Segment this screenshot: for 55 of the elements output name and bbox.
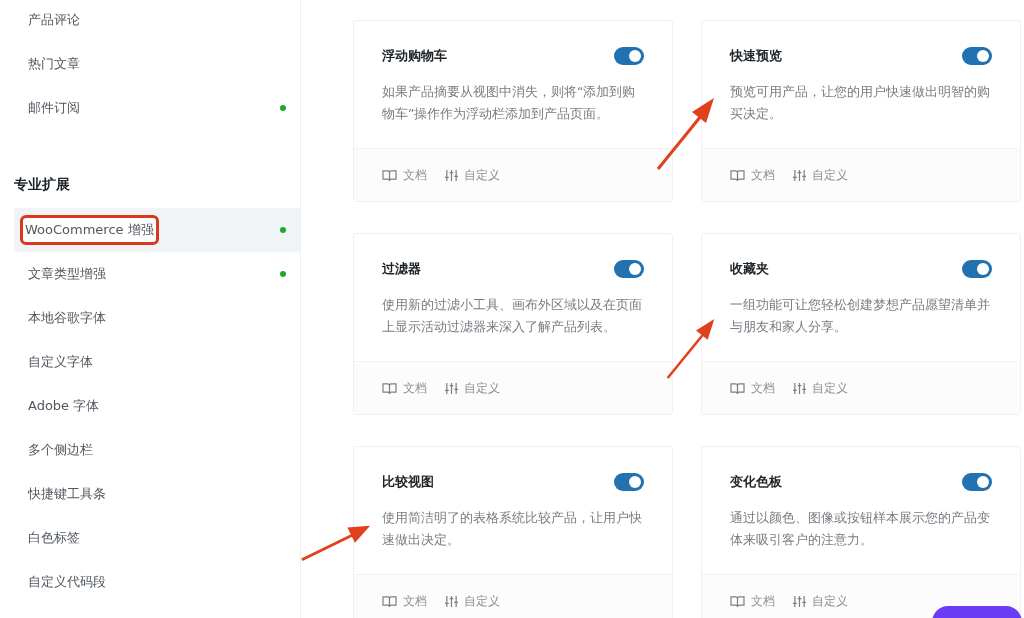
- sidebar-item-label: WooCommerce 增强: [20, 215, 159, 245]
- sidebar-item[interactable]: 多个侧边栏: [14, 428, 300, 472]
- sidebar-item-label: 文章类型增强: [28, 265, 106, 283]
- sidebar-item-label: Adobe 字体: [28, 397, 100, 415]
- sidebar-item[interactable]: 本地谷歌字体: [14, 296, 300, 340]
- sidebar-item[interactable]: WooCommerce 增强: [14, 208, 300, 252]
- section-title: 专业扩展: [14, 176, 71, 194]
- sliders-icon: [445, 381, 458, 395]
- module-description: 通过以颜色、图像或按钮样本展示您的产品变体来吸引客户的注意力。: [730, 509, 991, 549]
- sliders-icon: [793, 594, 806, 608]
- module-title: 浮动购物车: [382, 47, 447, 65]
- book-icon: [730, 381, 745, 395]
- toggle-switch[interactable]: [614, 473, 644, 491]
- sidebar-item[interactable]: Adobe 字体: [14, 384, 300, 428]
- book-icon: [730, 594, 745, 608]
- sliders-icon: [445, 594, 458, 608]
- sliders-icon: [793, 168, 806, 182]
- sidebar-item[interactable]: 文章类型增强: [14, 252, 300, 296]
- book-icon: [730, 168, 745, 182]
- sidebar-item-label: 产品评论: [28, 11, 80, 29]
- sidebar-item-label: 白色标签: [28, 529, 80, 547]
- book-icon: [382, 168, 397, 182]
- module-title: 过滤器: [382, 260, 421, 278]
- sidebar-item[interactable]: 自定义字体: [14, 340, 300, 384]
- sidebar-item-label: 自定义代码段: [28, 573, 106, 591]
- module-title: 收藏夹: [730, 260, 769, 278]
- book-icon: [382, 381, 397, 395]
- sidebar-item-label: 本地谷歌字体: [28, 309, 106, 327]
- toggle-switch[interactable]: [962, 473, 992, 491]
- sidebar-item-label: 快捷键工具条: [28, 485, 106, 503]
- sidebar-item[interactable]: 产品评论: [14, 0, 300, 42]
- module-description: 一组功能可让您轻松创建梦想产品愿望清单并与朋友和家人分享。: [730, 296, 991, 336]
- module-description: 使用新的过滤小工具、画布外区域以及在页面上显示活动过滤器来深入了解产品列表。: [382, 296, 643, 336]
- toggle-switch[interactable]: [614, 47, 644, 65]
- sidebar-item-label: 自定义字体: [28, 353, 93, 371]
- module-title: 快速预览: [730, 47, 782, 65]
- module-title: 比较视图: [382, 473, 434, 491]
- sidebar-item[interactable]: 热门文章: [14, 42, 300, 86]
- module-description: 预览可用产品，让您的用户快速做出明智的购买决定。: [730, 83, 991, 123]
- sidebar-item[interactable]: 快捷键工具条: [14, 472, 300, 516]
- sidebar-item-label: 多个侧边栏: [28, 441, 93, 459]
- book-icon: [382, 594, 397, 608]
- sliders-icon: [793, 381, 806, 395]
- sidebar-item-label: 热门文章: [28, 55, 80, 73]
- module-title: 变化色板: [730, 473, 782, 491]
- sliders-icon: [445, 168, 458, 182]
- toggle-switch[interactable]: [614, 260, 644, 278]
- sidebar-item[interactable]: 白色标签: [14, 516, 300, 560]
- sidebar-item[interactable]: 邮件订阅: [14, 86, 300, 130]
- sidebar-item-label: 邮件订阅: [28, 99, 80, 117]
- module-description: 使用简洁明了的表格系统比较产品，让用户快速做出决定。: [382, 509, 643, 549]
- sidebar-item[interactable]: 自定义代码段: [14, 560, 300, 604]
- toggle-switch[interactable]: [962, 260, 992, 278]
- toggle-switch[interactable]: [962, 47, 992, 65]
- module-description: 如果产品摘要从视图中消失，则将“添加到购物车”操作作为浮动栏添加到产品页面。: [382, 83, 637, 123]
